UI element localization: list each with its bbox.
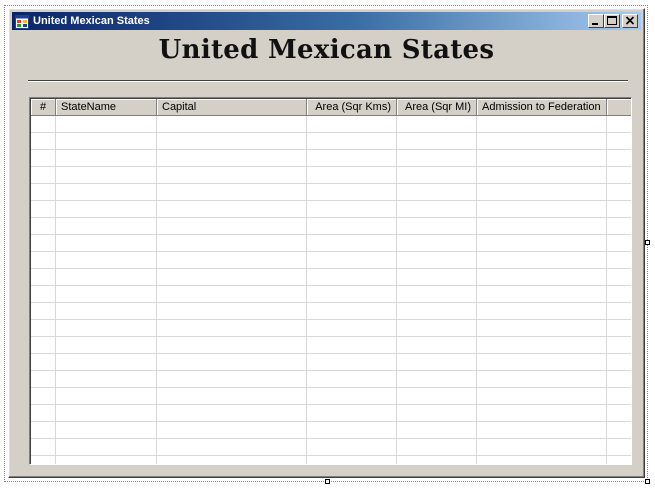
form-app-icon[interactable] (15, 14, 29, 29)
maximize-button[interactable] (604, 14, 620, 28)
resize-handle-bottom[interactable] (325, 479, 330, 484)
table-row[interactable] (31, 116, 631, 133)
table-row[interactable] (31, 269, 631, 286)
column-header-admission[interactable]: Admission to Federation (477, 99, 607, 116)
table-row[interactable] (31, 456, 631, 464)
resize-handle-corner[interactable] (645, 479, 650, 484)
table-row[interactable] (31, 320, 631, 337)
table-row[interactable] (31, 422, 631, 439)
column-line (476, 116, 477, 464)
column-header-number[interactable]: # (31, 99, 56, 116)
column-line (606, 116, 607, 464)
resize-handle-right[interactable] (645, 240, 650, 245)
column-header-state-name[interactable]: StateName (56, 99, 157, 116)
table-row[interactable] (31, 133, 631, 150)
heading-divider (28, 80, 628, 82)
table-row[interactable] (31, 405, 631, 422)
table-row[interactable] (31, 439, 631, 456)
table-row[interactable] (31, 371, 631, 388)
column-header-area-km[interactable]: Area (Sqr Kms) (307, 99, 397, 116)
maximize-icon (607, 16, 617, 25)
column-header-capital[interactable]: Capital (157, 99, 307, 116)
close-button[interactable] (622, 14, 638, 28)
grid-body (31, 116, 631, 464)
main-window: United Mexican States United Mexican Sta… (8, 8, 645, 478)
window-title: United Mexican States (33, 15, 150, 27)
table-row[interactable] (31, 337, 631, 354)
states-data-grid[interactable]: # StateName Capital Area (Sqr Kms) Area … (29, 97, 632, 465)
table-row[interactable] (31, 201, 631, 218)
column-line (156, 116, 157, 464)
table-row[interactable] (31, 252, 631, 269)
table-row[interactable] (31, 150, 631, 167)
close-icon (625, 16, 635, 25)
table-row[interactable] (31, 303, 631, 320)
table-row[interactable] (31, 184, 631, 201)
column-line (55, 116, 56, 464)
column-line (396, 116, 397, 464)
table-row[interactable] (31, 167, 631, 184)
column-header-area-mi[interactable]: Area (Sqr MI) (397, 99, 477, 116)
title-bar[interactable]: United Mexican States (12, 12, 641, 30)
table-row[interactable] (31, 388, 631, 405)
column-line (306, 116, 307, 464)
table-row[interactable] (31, 218, 631, 235)
table-row[interactable] (31, 235, 631, 252)
minimize-icon (592, 23, 598, 25)
table-row[interactable] (31, 286, 631, 303)
page-title: United Mexican States (158, 35, 495, 65)
minimize-button[interactable] (588, 14, 604, 28)
column-header-filler (607, 99, 631, 116)
table-row[interactable] (31, 354, 631, 371)
